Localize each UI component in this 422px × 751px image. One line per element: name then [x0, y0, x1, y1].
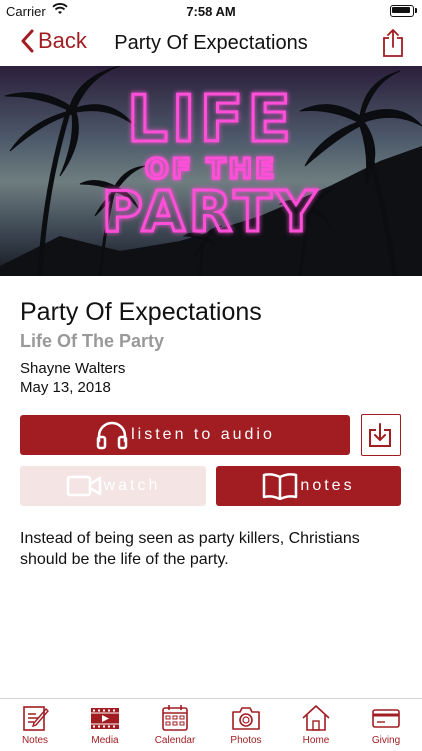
- sermon-description: Instead of being seen as party killers, …: [20, 530, 360, 568]
- notes-label: notes: [300, 477, 355, 494]
- tab-bar: Notes Media Calendar Photos Home Giving: [0, 698, 422, 751]
- download-icon: [369, 423, 391, 447]
- film-icon: [91, 708, 119, 729]
- tab-notes[interactable]: Notes: [0, 701, 70, 746]
- tab-label: Home: [302, 735, 330, 746]
- sermon-title: Party Of Expectations: [20, 298, 262, 326]
- headphones-icon: [96, 421, 128, 450]
- navigation-bar: Back Party Of Expectations: [0, 22, 422, 66]
- battery-icon: [390, 5, 417, 17]
- home-icon: [302, 705, 330, 731]
- camera-icon: [232, 707, 260, 730]
- listen-label: listen to audio: [131, 426, 275, 443]
- calendar-icon: [162, 705, 188, 731]
- download-button[interactable]: [361, 414, 401, 456]
- tab-label: Calendar: [154, 735, 196, 746]
- tab-calendar[interactable]: Calendar: [140, 701, 210, 746]
- watch-label: watch: [103, 477, 161, 494]
- notes-button[interactable]: notes: [216, 466, 401, 506]
- tab-giving[interactable]: Giving: [351, 701, 421, 746]
- share-button[interactable]: [382, 28, 404, 63]
- artwork-line-life: LIFE: [127, 83, 295, 157]
- book-icon: [263, 473, 298, 500]
- sermon-date: May 13, 2018: [20, 379, 111, 396]
- video-camera-icon: [66, 475, 101, 497]
- tab-label: Giving: [371, 735, 401, 746]
- clock: 7:58 AM: [186, 4, 236, 19]
- card-icon: [372, 709, 400, 728]
- tab-label: Notes: [21, 735, 49, 746]
- series-title: Life Of The Party: [20, 331, 165, 351]
- tab-media[interactable]: Media: [70, 701, 140, 746]
- sermon-artwork: LIFE OF THE PARTY: [0, 66, 422, 276]
- watch-button[interactable]: watch: [20, 466, 206, 506]
- tab-photos[interactable]: Photos: [211, 701, 281, 746]
- page-title: Party Of Expectations: [114, 32, 308, 54]
- listen-to-audio-button[interactable]: listen to audio: [20, 415, 350, 455]
- share-icon: [383, 29, 403, 57]
- tab-home[interactable]: Home: [281, 701, 351, 746]
- tab-label: Media: [91, 735, 119, 746]
- tab-label: Photos: [230, 735, 262, 746]
- speaker-name: Shayne Walters: [20, 360, 126, 377]
- status-bar: Carrier 7:58 AM: [0, 0, 422, 22]
- artwork-line-party: PARTY: [102, 180, 321, 245]
- sermon-info: Party Of Expectations Life Of The Party …: [20, 298, 410, 396]
- notes-icon: [23, 706, 49, 731]
